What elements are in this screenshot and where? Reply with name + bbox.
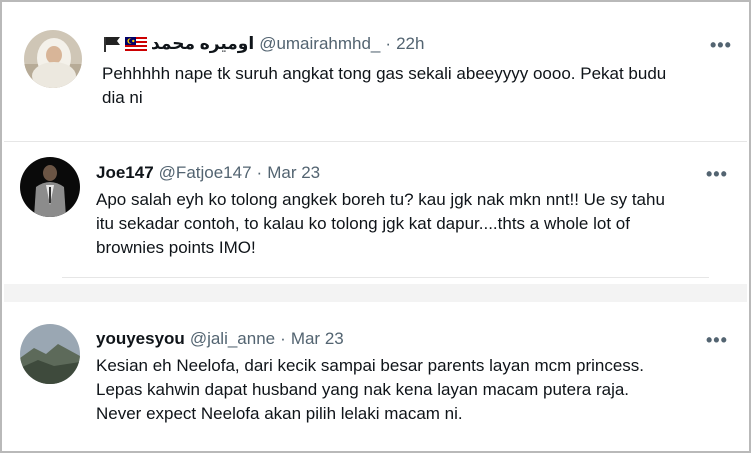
- tweet-text-line: Apo salah eyh ko tolong angkek boreh tu?…: [96, 190, 665, 209]
- display-name[interactable]: youyesyou: [96, 329, 185, 349]
- user-handle[interactable]: @Fatjoe147: [159, 163, 252, 183]
- black-flag-icon: [104, 37, 120, 52]
- display-name[interactable]: Joe147: [96, 163, 154, 183]
- avatar[interactable]: [24, 30, 82, 88]
- more-options-button[interactable]: •••: [706, 331, 728, 349]
- flag-icons: [102, 36, 147, 52]
- screenshot-frame: اوميره محمد @umairahmhd_ · 22h ••• Pehhh…: [0, 0, 751, 453]
- section-separator: [4, 284, 747, 302]
- more-options-button[interactable]: •••: [710, 36, 732, 54]
- user-handle[interactable]: @jali_anne: [190, 329, 275, 349]
- tweet-text-line: brownies points IMO!: [96, 238, 256, 257]
- display-name[interactable]: اوميره محمد: [151, 34, 254, 54]
- timestamp[interactable]: 22h: [396, 34, 424, 54]
- malaysia-flag-icon: [125, 36, 147, 52]
- avatar[interactable]: [20, 324, 80, 384]
- tweet-header: youyesyou @jali_anne · Mar 23: [96, 329, 344, 349]
- avatar[interactable]: [20, 157, 80, 217]
- tweet-text-line: dia ni: [102, 88, 143, 107]
- tweet-text-line: itu sekadar contoh, to kalau ko tolong j…: [96, 214, 630, 233]
- user-handle[interactable]: @umairahmhd_: [259, 34, 380, 54]
- tweet-text-line: Pehhhhh nape tk suruh angkat tong gas se…: [102, 64, 667, 83]
- more-options-button[interactable]: •••: [706, 165, 728, 183]
- avatar-image: [20, 157, 80, 217]
- separator-dot: ·: [280, 329, 286, 348]
- tweet-text-line: Kesian eh Neelofa, dari kecik sampai bes…: [96, 356, 645, 375]
- tweet-text: Kesian eh Neelofa, dari kecik sampai bes…: [96, 354, 644, 426]
- avatar-image: [20, 324, 80, 384]
- timestamp[interactable]: Mar 23: [267, 163, 320, 183]
- tweet-text: Apo salah eyh ko tolong angkek boreh tu?…: [96, 188, 665, 260]
- divider: [62, 277, 709, 278]
- tweet-text: Pehhhhh nape tk suruh angkat tong gas se…: [102, 62, 666, 110]
- tweet-text-line: Never expect Neelofa akan pilih lelaki m…: [96, 404, 463, 423]
- tweet-text-line: Lepas kahwin dapat husband yang nak kena…: [96, 380, 630, 399]
- separator-dot: ·: [385, 34, 392, 53]
- separator-dot: ·: [256, 163, 263, 182]
- divider: [4, 141, 747, 142]
- timestamp[interactable]: Mar 23: [291, 329, 344, 349]
- tweet-header: اوميره محمد @umairahmhd_ · 22h: [102, 34, 424, 54]
- tweet-header: Joe147 @Fatjoe147 · Mar 23: [96, 163, 320, 183]
- avatar-image: [24, 30, 82, 88]
